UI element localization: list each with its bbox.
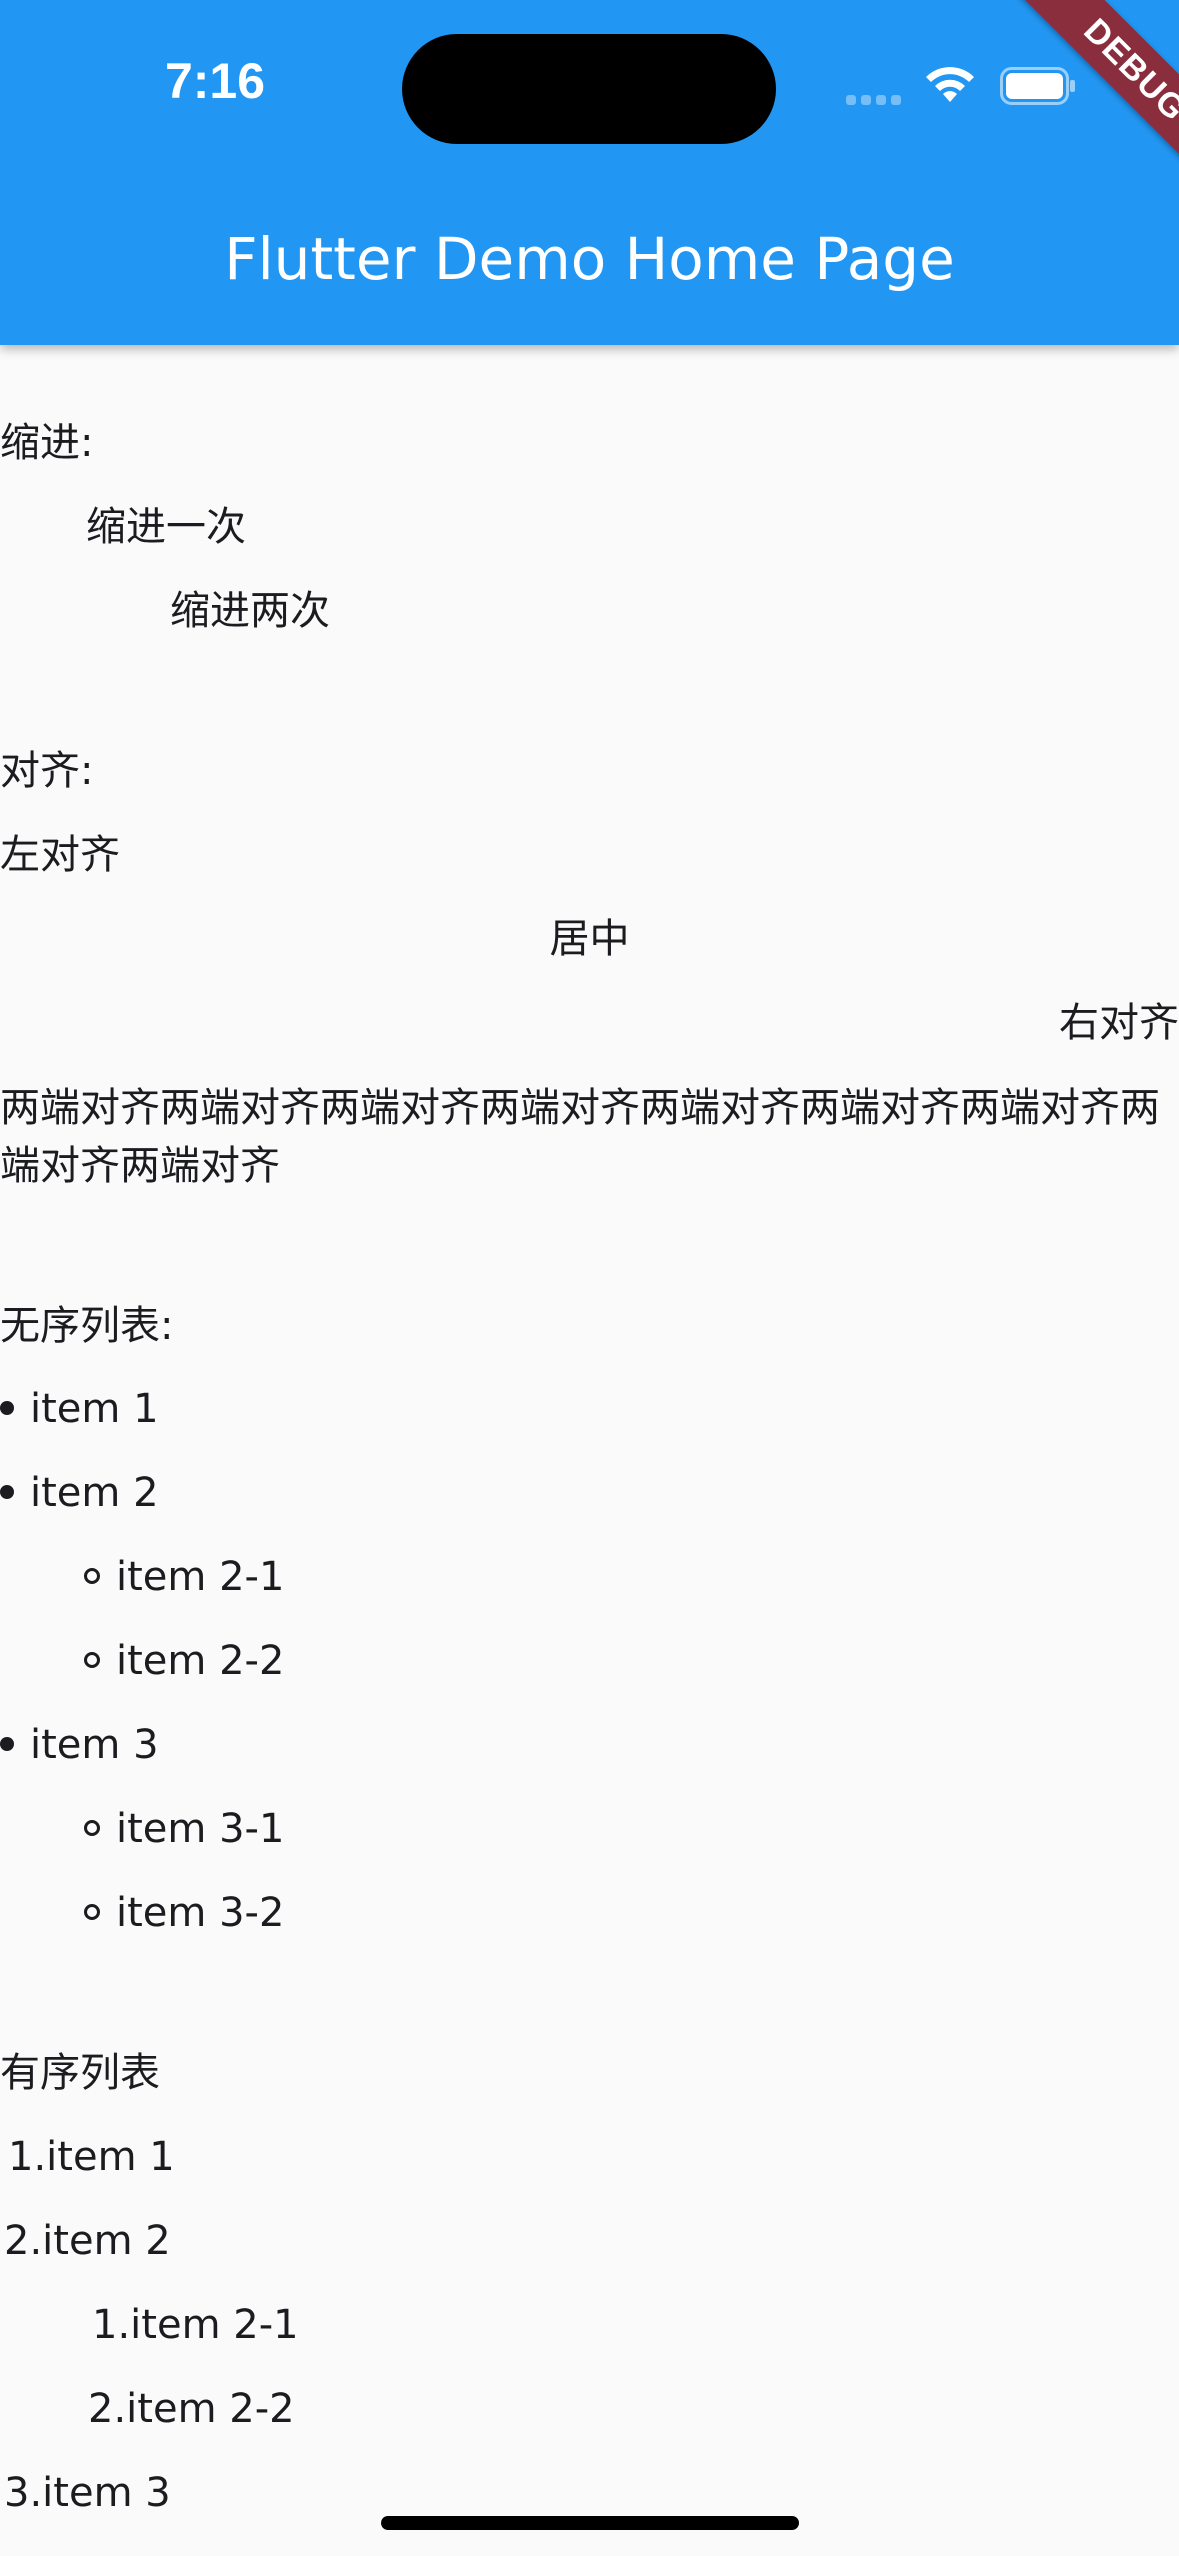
- bullet-filled-icon: [0, 1485, 14, 1499]
- bullet-hollow-icon: [84, 1652, 100, 1668]
- align-center-text: 居中: [549, 916, 630, 962]
- bullet-filled-icon: [0, 1737, 14, 1751]
- bullet-hollow-icon: [84, 1820, 100, 1836]
- ordered-list-heading: 有序列表: [0, 2050, 160, 2096]
- list-item: item 2-1: [84, 1551, 284, 1603]
- list-item-label: item 2: [30, 1470, 159, 1516]
- list-item: 3.item 3: [4, 2470, 171, 2516]
- unordered-list-heading: 无序列表:: [0, 1303, 174, 1349]
- list-item: 2.item 2-2: [88, 2386, 295, 2432]
- battery-icon: [1000, 67, 1075, 105]
- indent-once-text: 缩进一次: [86, 504, 246, 550]
- list-item: item 3-1: [84, 1803, 284, 1855]
- list-item-label: item 3-2: [116, 1890, 285, 1936]
- home-indicator[interactable]: [381, 2516, 799, 2530]
- list-item-label: item 2-2: [116, 1638, 285, 1684]
- app-bar: 7:16 DEBUG Flutter Demo Home Page: [0, 0, 1179, 345]
- list-item: item 1: [0, 1383, 159, 1435]
- dynamic-island: [402, 34, 776, 144]
- list-item: item 2-2: [84, 1635, 284, 1687]
- indent-twice-text: 缩进两次: [170, 588, 330, 634]
- wifi-icon: [926, 67, 974, 102]
- list-item-label: item 2-1: [116, 1554, 285, 1600]
- status-time: 7:16: [164, 53, 266, 109]
- list-item-label: item 3: [30, 1722, 159, 1768]
- align-justify-text: 两端对齐两端对齐两端对齐两端对齐两端对齐两端对齐两端对齐两端对齐两端对齐: [0, 1085, 1160, 1189]
- indent-heading: 缩进:: [0, 420, 94, 466]
- page-title: Flutter Demo Home Page: [224, 225, 955, 293]
- list-item: 1.item 1: [8, 2134, 175, 2180]
- list-item: item 3-2: [84, 1887, 284, 1939]
- bullet-hollow-icon: [84, 1904, 100, 1920]
- cellular-signal-icon: [846, 95, 902, 105]
- list-item: 1.item 2-1: [92, 2302, 299, 2348]
- align-heading: 对齐:: [0, 748, 94, 794]
- list-item-label: item 1: [30, 1386, 159, 1432]
- list-item: 2.item 2: [4, 2218, 171, 2264]
- bullet-hollow-icon: [84, 1568, 100, 1584]
- align-right-text: 右对齐: [1059, 1000, 1179, 1046]
- bullet-filled-icon: [0, 1401, 14, 1415]
- list-item: item 2: [0, 1467, 159, 1519]
- list-item: item 3: [0, 1719, 159, 1771]
- list-item-label: item 3-1: [116, 1806, 285, 1852]
- align-left-text: 左对齐: [0, 832, 120, 878]
